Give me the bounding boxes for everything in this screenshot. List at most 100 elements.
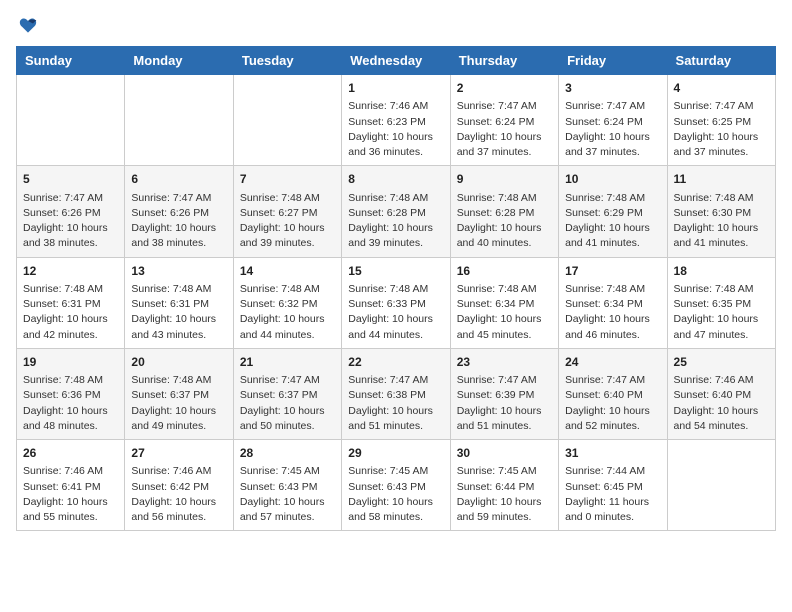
- calendar-week-row: 12 Sunrise: 7:48 AMSunset: 6:31 PMDayligh…: [17, 257, 776, 348]
- table-row: [667, 440, 775, 531]
- day-info: Sunrise: 7:48 AMSunset: 6:34 PMDaylight:…: [457, 282, 552, 343]
- day-number: 27: [131, 445, 226, 462]
- col-thursday: Thursday: [450, 47, 558, 75]
- day-info: Sunrise: 7:47 AMSunset: 6:24 PMDaylight:…: [565, 99, 660, 160]
- table-row: 27 Sunrise: 7:46 AMSunset: 6:42 PMDayligh…: [125, 440, 233, 531]
- day-info: Sunrise: 7:46 AMSunset: 6:42 PMDaylight:…: [131, 464, 226, 525]
- table-row: 3 Sunrise: 7:47 AMSunset: 6:24 PMDaylight…: [559, 75, 667, 166]
- table-row: 26 Sunrise: 7:46 AMSunset: 6:41 PMDayligh…: [17, 440, 125, 531]
- day-info: Sunrise: 7:47 AMSunset: 6:26 PMDaylight:…: [23, 191, 118, 252]
- day-number: 21: [240, 354, 335, 371]
- day-number: 30: [457, 445, 552, 462]
- day-number: 12: [23, 263, 118, 280]
- table-row: 22Sunrise: 7:47 AMSunset: 6:38 PMDayligh…: [342, 348, 450, 439]
- day-info: Sunrise: 7:48 AMSunset: 6:36 PMDaylight:…: [23, 373, 118, 434]
- col-wednesday: Wednesday: [342, 47, 450, 75]
- day-info: Sunrise: 7:44 AMSunset: 6:45 PMDaylight:…: [565, 464, 660, 525]
- calendar-week-row: 1 Sunrise: 7:46 AMSunset: 6:23 PMDaylight…: [17, 75, 776, 166]
- day-number: 31: [565, 445, 660, 462]
- table-row: 24 Sunrise: 7:47 AMSunset: 6:40 PMDayligh…: [559, 348, 667, 439]
- day-info: Sunrise: 7:46 AMSunset: 6:40 PMDaylight:…: [674, 373, 769, 434]
- table-row: 29Sunrise: 7:45 AMSunset: 6:43 PMDayligh…: [342, 440, 450, 531]
- day-info: Sunrise: 7:48 AMSunset: 6:27 PMDaylight:…: [240, 191, 335, 252]
- day-number: 5: [23, 171, 118, 188]
- day-number: 8: [348, 171, 443, 188]
- day-info: Sunrise: 7:48 AMSunset: 6:33 PMDaylight:…: [348, 282, 443, 343]
- header: [16, 16, 776, 36]
- table-row: 2 Sunrise: 7:47 AMSunset: 6:24 PMDaylight…: [450, 75, 558, 166]
- day-number: 26: [23, 445, 118, 462]
- calendar-header-row: Sunday Monday Tuesday Wednesday Thursday…: [17, 47, 776, 75]
- col-sunday: Sunday: [17, 47, 125, 75]
- day-number: 10: [565, 171, 660, 188]
- day-number: 15: [348, 263, 443, 280]
- logo: [16, 16, 38, 36]
- day-info: Sunrise: 7:47 AMSunset: 6:24 PMDaylight:…: [457, 99, 552, 160]
- table-row: 20 Sunrise: 7:48 AMSunset: 6:37 PMDayligh…: [125, 348, 233, 439]
- day-number: 11: [674, 171, 769, 188]
- day-number: 23: [457, 354, 552, 371]
- logo-area: [16, 16, 38, 36]
- day-number: 20: [131, 354, 226, 371]
- table-row: 17 Sunrise: 7:48 AMSunset: 6:34 PMDayligh…: [559, 257, 667, 348]
- day-number: 16: [457, 263, 552, 280]
- calendar-week-row: 19 Sunrise: 7:48 AMSunset: 6:36 PMDayligh…: [17, 348, 776, 439]
- day-info: Sunrise: 7:45 AMSunset: 6:44 PMDaylight:…: [457, 464, 552, 525]
- day-number: 3: [565, 80, 660, 97]
- table-row: 6 Sunrise: 7:47 AMSunset: 6:26 PMDaylight…: [125, 166, 233, 257]
- table-row: 31 Sunrise: 7:44 AMSunset: 6:45 PMDayligh…: [559, 440, 667, 531]
- day-number: 4: [674, 80, 769, 97]
- day-info: Sunrise: 7:48 AMSunset: 6:28 PMDaylight:…: [348, 191, 443, 252]
- col-monday: Monday: [125, 47, 233, 75]
- day-number: 1: [348, 80, 443, 97]
- day-number: 22: [348, 354, 443, 371]
- day-number: 28: [240, 445, 335, 462]
- day-info: Sunrise: 7:47 AMSunset: 6:26 PMDaylight:…: [131, 191, 226, 252]
- day-number: 14: [240, 263, 335, 280]
- day-info: Sunrise: 7:46 AMSunset: 6:41 PMDaylight:…: [23, 464, 118, 525]
- table-row: 28Sunrise: 7:45 AMSunset: 6:43 PMDayligh…: [233, 440, 341, 531]
- table-row: 5 Sunrise: 7:47 AMSunset: 6:26 PMDaylight…: [17, 166, 125, 257]
- day-number: 29: [348, 445, 443, 462]
- day-number: 18: [674, 263, 769, 280]
- day-info: Sunrise: 7:48 AMSunset: 6:28 PMDaylight:…: [457, 191, 552, 252]
- day-info: Sunrise: 7:48 AMSunset: 6:37 PMDaylight:…: [131, 373, 226, 434]
- day-info: Sunrise: 7:48 AMSunset: 6:35 PMDaylight:…: [674, 282, 769, 343]
- table-row: 4 Sunrise: 7:47 AMSunset: 6:25 PMDaylight…: [667, 75, 775, 166]
- day-number: 2: [457, 80, 552, 97]
- day-info: Sunrise: 7:48 AMSunset: 6:31 PMDaylight:…: [131, 282, 226, 343]
- day-number: 24: [565, 354, 660, 371]
- col-friday: Friday: [559, 47, 667, 75]
- table-row: 19 Sunrise: 7:48 AMSunset: 6:36 PMDayligh…: [17, 348, 125, 439]
- col-tuesday: Tuesday: [233, 47, 341, 75]
- logo-bird-icon: [18, 16, 38, 36]
- day-info: Sunrise: 7:46 AMSunset: 6:23 PMDaylight:…: [348, 99, 443, 160]
- table-row: 23 Sunrise: 7:47 AMSunset: 6:39 PMDayligh…: [450, 348, 558, 439]
- col-saturday: Saturday: [667, 47, 775, 75]
- day-number: 17: [565, 263, 660, 280]
- day-info: Sunrise: 7:48 AMSunset: 6:32 PMDaylight:…: [240, 282, 335, 343]
- table-row: 12 Sunrise: 7:48 AMSunset: 6:31 PMDayligh…: [17, 257, 125, 348]
- table-row: 1 Sunrise: 7:46 AMSunset: 6:23 PMDaylight…: [342, 75, 450, 166]
- day-info: Sunrise: 7:47 AMSunset: 6:40 PMDaylight:…: [565, 373, 660, 434]
- table-row: [17, 75, 125, 166]
- table-row: 10Sunrise: 7:48 AMSunset: 6:29 PMDayligh…: [559, 166, 667, 257]
- day-info: Sunrise: 7:47 AMSunset: 6:25 PMDaylight:…: [674, 99, 769, 160]
- table-row: [233, 75, 341, 166]
- day-info: Sunrise: 7:48 AMSunset: 6:30 PMDaylight:…: [674, 191, 769, 252]
- table-row: 14 Sunrise: 7:48 AMSunset: 6:32 PMDayligh…: [233, 257, 341, 348]
- day-number: 19: [23, 354, 118, 371]
- calendar-week-row: 5 Sunrise: 7:47 AMSunset: 6:26 PMDaylight…: [17, 166, 776, 257]
- day-number: 13: [131, 263, 226, 280]
- day-number: 6: [131, 171, 226, 188]
- table-row: 16 Sunrise: 7:48 AMSunset: 6:34 PMDayligh…: [450, 257, 558, 348]
- table-row: 11 Sunrise: 7:48 AMSunset: 6:30 PMDayligh…: [667, 166, 775, 257]
- day-info: Sunrise: 7:48 AMSunset: 6:31 PMDaylight:…: [23, 282, 118, 343]
- day-info: Sunrise: 7:47 AMSunset: 6:39 PMDaylight:…: [457, 373, 552, 434]
- day-info: Sunrise: 7:48 AMSunset: 6:34 PMDaylight:…: [565, 282, 660, 343]
- table-row: 21Sunrise: 7:47 AMSunset: 6:37 PMDayligh…: [233, 348, 341, 439]
- table-row: 8 Sunrise: 7:48 AMSunset: 6:28 PMDaylight…: [342, 166, 450, 257]
- day-number: 7: [240, 171, 335, 188]
- day-number: 25: [674, 354, 769, 371]
- table-row: 9Sunrise: 7:48 AMSunset: 6:28 PMDaylight…: [450, 166, 558, 257]
